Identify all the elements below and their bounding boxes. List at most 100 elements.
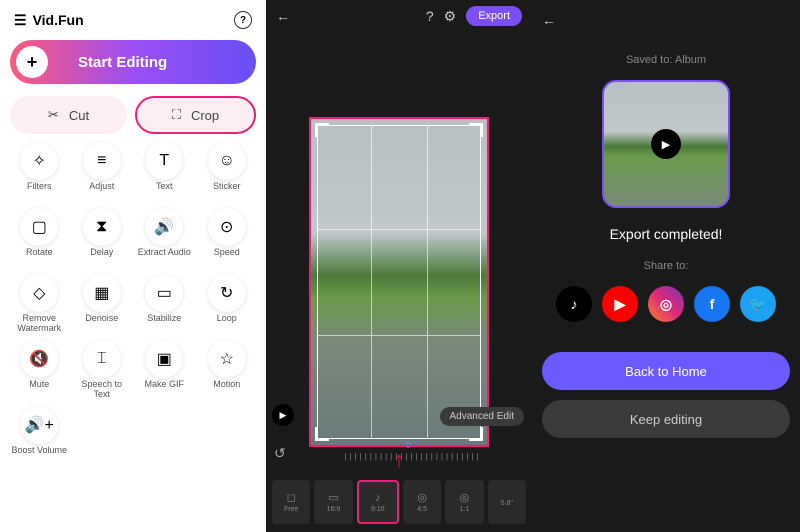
header-right: ? ⚙ Export bbox=[426, 6, 522, 26]
tool-label: Loop bbox=[217, 314, 237, 334]
share-instagram-icon[interactable]: ◎ bbox=[648, 286, 684, 322]
tool-icon: ▦ bbox=[83, 274, 121, 312]
video-crop-preview[interactable]: ↑ bbox=[309, 117, 489, 447]
app-title-row: ☰ Vid.Fun bbox=[14, 12, 84, 29]
tool-make-gif[interactable]: ▣Make GIF bbox=[135, 340, 194, 400]
tool-label: Delay bbox=[90, 248, 113, 268]
tool-remove-watermark[interactable]: ◇Remove Watermark bbox=[10, 274, 69, 334]
export-button[interactable]: Export bbox=[466, 6, 522, 26]
keep-editing-button[interactable]: Keep editing bbox=[542, 400, 790, 438]
tool-label: Make GIF bbox=[144, 380, 184, 400]
tool-text[interactable]: T Text bbox=[135, 142, 194, 202]
aspect-shape-icon: ◎ bbox=[460, 491, 470, 504]
cut-label: Cut bbox=[69, 108, 89, 123]
tool-loop[interactable]: ↻Loop bbox=[198, 274, 257, 334]
aspect-shape-icon: ♪ bbox=[375, 492, 381, 504]
aspect-label: 9:16 bbox=[371, 506, 385, 513]
tool-filters[interactable]: ✧Filters bbox=[10, 142, 69, 202]
reset-icon[interactable]: ↺ bbox=[274, 445, 286, 462]
help-icon[interactable]: ? bbox=[426, 8, 434, 24]
crop-grid bbox=[317, 125, 481, 439]
crop-handle-tr[interactable] bbox=[469, 123, 483, 137]
tool-icon: ⊙ bbox=[208, 208, 246, 246]
crop-button[interactable]: ⛶ Crop bbox=[135, 96, 256, 134]
play-icon[interactable]: ▶ bbox=[651, 129, 681, 159]
share-to-label: Share to: bbox=[542, 260, 790, 272]
export-thumbnail[interactable]: ▶ bbox=[602, 80, 730, 208]
aspect-916[interactable]: ♪ 9:16 bbox=[357, 480, 399, 524]
editor-panel: ← ? ⚙ Export ↑ ▶ Advanced Edit ↺ 0" ◻Fre… bbox=[266, 0, 532, 532]
share-youtube-icon[interactable]: ▶ bbox=[602, 286, 638, 322]
timeline-playhead-label: 0" bbox=[406, 440, 420, 450]
share-twitter-icon[interactable]: 🐦 bbox=[740, 286, 776, 322]
aspect-shape-icon: ▭ bbox=[328, 491, 338, 504]
aspect-169[interactable]: ▭16:9 bbox=[314, 480, 352, 524]
crop-handle-tl[interactable] bbox=[315, 123, 329, 137]
share-row: ♪ ▶ ◎ f 🐦 bbox=[542, 286, 790, 322]
saved-to-label: Saved to: Album bbox=[542, 54, 790, 66]
start-editing-button[interactable]: + Start Editing bbox=[10, 40, 256, 84]
tool-label: Speed bbox=[214, 248, 240, 268]
tool-extract-audio[interactable]: 🔊Extract Audio bbox=[135, 208, 194, 268]
tool-speech-to-text[interactable]: ⌶Speech to Text bbox=[73, 340, 132, 400]
panel3-header: ← bbox=[542, 10, 790, 30]
tool-icon: 🔊 bbox=[145, 208, 183, 246]
crop-label: Crop bbox=[191, 108, 219, 123]
tool-label: Extract Audio bbox=[138, 248, 191, 268]
tool-adjust[interactable]: ≡Adjust bbox=[73, 142, 132, 202]
tool-icon: ≡ bbox=[83, 142, 121, 180]
aspect-45[interactable]: ◎4:5 bbox=[403, 480, 441, 524]
back-icon[interactable]: ← bbox=[542, 12, 556, 28]
aspect-11[interactable]: ◎1:1 bbox=[445, 480, 483, 524]
tool-motion[interactable]: ☆Motion bbox=[198, 340, 257, 400]
tool-icon: 🔊+ bbox=[20, 406, 58, 444]
tool-mute[interactable]: 🔇Mute bbox=[10, 340, 69, 400]
tool-label: Boost Volume bbox=[11, 446, 67, 466]
tool-rotate[interactable]: ▢Rotate bbox=[10, 208, 69, 268]
tool-label: Motion bbox=[213, 380, 240, 400]
tool-label: Text bbox=[156, 182, 173, 202]
app-title: Vid.Fun bbox=[33, 12, 84, 28]
timeline[interactable]: 0" bbox=[302, 452, 524, 472]
crop-handle-br[interactable] bbox=[469, 427, 483, 441]
advanced-edit-button[interactable]: Advanced Edit bbox=[440, 407, 525, 426]
tool-speed[interactable]: ⊙Speed bbox=[198, 208, 257, 268]
cut-crop-row: ✂ Cut ⛶ Crop bbox=[10, 96, 256, 134]
tool-label: Adjust bbox=[89, 182, 114, 202]
tool-stabilize[interactable]: ▭Stabilize bbox=[135, 274, 194, 334]
plus-icon: + bbox=[16, 46, 48, 78]
panel1-header: ☰ Vid.Fun ? bbox=[14, 8, 252, 32]
tool-sticker[interactable]: ☺Sticker bbox=[198, 142, 257, 202]
gear-icon[interactable]: ⚙ bbox=[444, 8, 457, 25]
help-icon[interactable]: ? bbox=[234, 11, 252, 29]
tool-icon: ▢ bbox=[20, 208, 58, 246]
tool-label: Speech to Text bbox=[73, 380, 132, 400]
aspect-label: Free bbox=[284, 506, 298, 513]
aspect-Free[interactable]: ◻Free bbox=[272, 480, 310, 524]
tool-icon: T bbox=[145, 142, 183, 180]
crop-handle-bl[interactable] bbox=[315, 427, 329, 441]
cut-button[interactable]: ✂ Cut bbox=[10, 96, 127, 134]
aspect-58[interactable]: 5.8" bbox=[488, 480, 526, 524]
tool-denoise[interactable]: ▦Denoise bbox=[73, 274, 132, 334]
tool-delay[interactable]: ⧗Delay bbox=[73, 208, 132, 268]
tool-icon: ⌶ bbox=[83, 340, 121, 378]
tool-label: Filters bbox=[27, 182, 52, 202]
play-button[interactable]: ▶ bbox=[272, 404, 294, 426]
share-facebook-icon[interactable]: f bbox=[694, 286, 730, 322]
tool-icon: ⧗ bbox=[83, 208, 121, 246]
tool-label: Sticker bbox=[213, 182, 241, 202]
tool-label: Remove Watermark bbox=[10, 314, 69, 334]
tool-label: Denoise bbox=[85, 314, 118, 334]
back-to-home-button[interactable]: Back to Home bbox=[542, 352, 790, 390]
back-icon[interactable]: ← bbox=[276, 8, 290, 24]
tool-boost-volume[interactable]: 🔊+Boost Volume bbox=[10, 406, 69, 466]
aspect-label: 4:5 bbox=[417, 506, 427, 513]
tool-icon: ✧ bbox=[20, 142, 58, 180]
tool-label: Stabilize bbox=[147, 314, 181, 334]
menu-icon[interactable]: ☰ bbox=[14, 12, 27, 29]
aspect-label: 5.8" bbox=[501, 500, 513, 507]
tool-icon: ↻ bbox=[208, 274, 246, 312]
share-tiktok-icon[interactable]: ♪ bbox=[556, 286, 592, 322]
tool-icon: ▣ bbox=[145, 340, 183, 378]
